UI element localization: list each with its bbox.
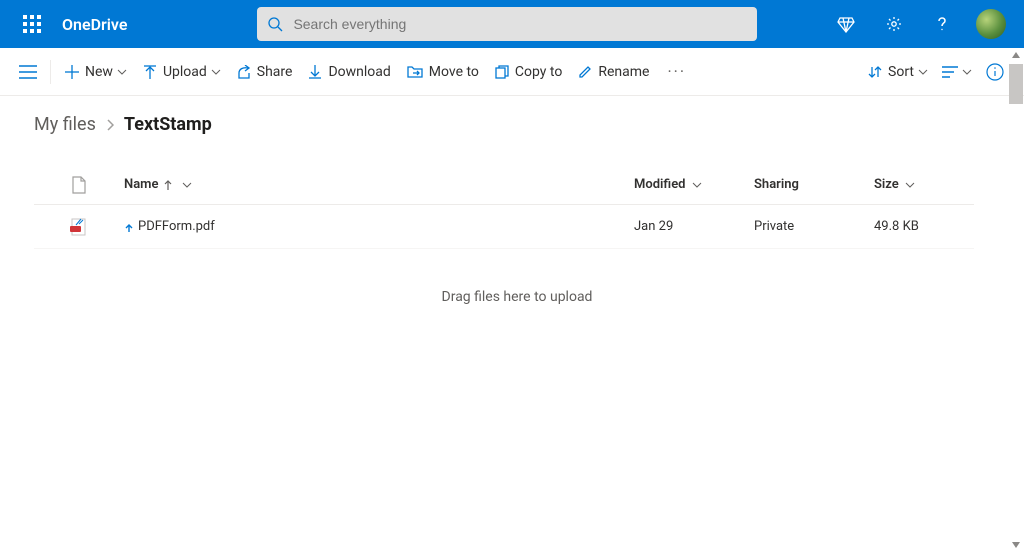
copyto-button[interactable]: Copy to <box>487 48 570 96</box>
pdf-icon <box>70 218 88 236</box>
app-header: OneDrive <box>0 0 1024 48</box>
scrollbar[interactable] <box>1008 48 1024 552</box>
hamburger-icon <box>19 65 37 79</box>
download-button[interactable]: Download <box>300 48 398 96</box>
avatar[interactable] <box>976 9 1006 39</box>
scrollbar-thumb[interactable] <box>1009 64 1023 104</box>
file-modified-cell: Jan 29 <box>634 219 754 234</box>
file-icon <box>72 176 86 194</box>
nav-toggle-button[interactable] <box>12 65 44 79</box>
shortcut-badge-icon <box>124 222 134 232</box>
table-row[interactable]: PDFForm.pdf Jan 29 Private 49.8 KB <box>34 205 974 249</box>
rename-label: Rename <box>598 64 649 80</box>
main-content: My files TextStamp Name Modified Sharing <box>0 96 1024 552</box>
settings-button[interactable] <box>870 0 918 48</box>
search-container <box>257 7 757 41</box>
new-button[interactable]: New <box>57 48 135 96</box>
header-icons <box>822 0 1016 48</box>
col-sharing-header[interactable]: Sharing <box>754 177 874 192</box>
search-input[interactable] <box>293 16 747 32</box>
new-label: New <box>85 64 113 80</box>
gear-icon <box>885 15 903 33</box>
chevron-right-icon <box>106 119 114 131</box>
col-sharing-label: Sharing <box>754 177 799 192</box>
view-button[interactable] <box>936 48 978 96</box>
chevron-down-icon <box>182 182 192 188</box>
breadcrumb-root[interactable]: My files <box>34 114 96 135</box>
copyto-label: Copy to <box>515 64 562 80</box>
help-icon <box>933 15 951 33</box>
breadcrumb-current[interactable]: TextStamp <box>124 114 212 135</box>
file-name-cell[interactable]: PDFForm.pdf <box>124 219 634 234</box>
command-bar: New Upload Share Download Move to Copy t… <box>0 48 1024 96</box>
upload-label: Upload <box>163 64 207 80</box>
moveto-label: Move to <box>429 64 479 80</box>
file-size-cell: 49.8 KB <box>874 219 974 234</box>
moveto-icon <box>407 65 423 79</box>
brand-label[interactable]: OneDrive <box>62 15 127 34</box>
sort-label: Sort <box>888 64 914 80</box>
chevron-down-icon <box>918 69 928 75</box>
file-name: PDFForm.pdf <box>138 219 215 234</box>
drag-hint: Drag files here to upload <box>34 289 1000 305</box>
chevron-down-icon <box>962 69 972 75</box>
col-name-header[interactable]: Name <box>124 177 634 192</box>
scroll-down-icon <box>1011 540 1021 550</box>
col-modified-header[interactable]: Modified <box>634 177 754 192</box>
info-button[interactable] <box>978 63 1012 81</box>
sort-up-icon <box>164 180 172 190</box>
col-size-header[interactable]: Size <box>874 177 974 192</box>
breadcrumb-separator <box>106 119 114 131</box>
chevron-down-icon <box>117 69 127 75</box>
more-button[interactable]: ··· <box>657 62 696 81</box>
upload-icon <box>143 65 157 79</box>
sort-icon <box>868 65 882 79</box>
sort-button[interactable]: Sort <box>860 48 936 96</box>
col-size-label: Size <box>874 177 899 192</box>
waffle-icon <box>23 15 41 33</box>
file-sharing-cell: Private <box>754 219 874 234</box>
plus-icon <box>65 65 79 79</box>
rename-button[interactable]: Rename <box>570 48 657 96</box>
info-icon <box>986 63 1004 81</box>
download-icon <box>308 65 322 79</box>
app-launcher-button[interactable] <box>8 0 56 48</box>
help-button[interactable] <box>918 0 966 48</box>
col-name-label: Name <box>124 177 158 192</box>
breadcrumb: My files TextStamp <box>34 114 1000 135</box>
col-modified-label: Modified <box>634 177 686 192</box>
chevron-down-icon <box>905 182 915 188</box>
search-icon <box>267 16 283 32</box>
download-label: Download <box>328 64 390 80</box>
share-label: Share <box>257 64 293 80</box>
chevron-down-icon <box>211 69 221 75</box>
rename-icon <box>578 65 592 79</box>
premium-button[interactable] <box>822 0 870 48</box>
share-icon <box>237 65 251 79</box>
moveto-button[interactable]: Move to <box>399 48 487 96</box>
col-icon-header <box>34 176 124 194</box>
separator <box>50 60 51 84</box>
scroll-up-icon <box>1011 50 1021 60</box>
copyto-icon <box>495 65 509 79</box>
table-header: Name Modified Sharing Size <box>34 165 974 205</box>
list-view-icon <box>942 66 958 78</box>
file-type-icon-cell <box>34 218 124 236</box>
diamond-icon <box>837 15 855 33</box>
share-button[interactable]: Share <box>229 48 301 96</box>
ellipsis-icon: ··· <box>667 62 686 81</box>
upload-button[interactable]: Upload <box>135 48 229 96</box>
search-box[interactable] <box>257 7 757 41</box>
chevron-down-icon <box>692 182 702 188</box>
file-table: Name Modified Sharing Size <box>34 165 974 249</box>
